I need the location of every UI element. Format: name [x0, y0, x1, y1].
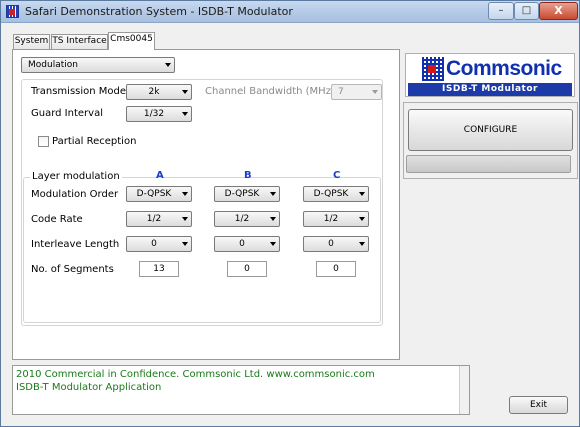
- interleave-length-c-select[interactable]: 0: [303, 236, 369, 252]
- log-output[interactable]: 2010 Commercial in Confidence. Commsonic…: [12, 365, 470, 415]
- commsonic-logo: Commsonic ISDB-T Modulator: [405, 53, 575, 97]
- interleave-length-label: Interleave Length: [31, 239, 120, 250]
- chevron-down-icon: [182, 192, 188, 196]
- layer-a-header: A: [156, 170, 164, 181]
- title-bar[interactable]: Safari Demonstration System - ISDB-T Mod…: [1, 1, 579, 23]
- log-scrollbar[interactable]: [459, 366, 469, 414]
- window-title: Safari Demonstration System - ISDB-T Mod…: [25, 5, 293, 18]
- code-rate-c-value: 1/2: [323, 214, 339, 224]
- segments-a-input[interactable]: 13: [139, 261, 179, 277]
- close-button[interactable]: X: [539, 2, 578, 20]
- segments-label: No. of Segments: [31, 264, 114, 275]
- chevron-down-icon: [359, 242, 365, 246]
- chevron-down-icon: [165, 63, 171, 67]
- minimize-icon: –: [498, 5, 504, 16]
- main-window: Safari Demonstration System - ISDB-T Mod…: [0, 0, 580, 427]
- transmission-mode-label: Transmission Mode: [31, 86, 127, 97]
- segments-c-input[interactable]: 0: [316, 261, 356, 277]
- partial-reception-label: Partial Reception: [52, 136, 137, 147]
- modulation-order-b-value: D-QPSK: [224, 189, 260, 199]
- guard-interval-label: Guard Interval: [31, 108, 103, 119]
- tab-ts-interface[interactable]: TS Interface: [51, 34, 108, 49]
- modulation-order-b-select[interactable]: D-QPSK: [214, 186, 280, 202]
- close-icon: X: [554, 4, 563, 17]
- chevron-down-icon: [270, 192, 276, 196]
- view-select-value: Modulation: [28, 60, 78, 70]
- code-rate-a-value: 1/2: [146, 214, 162, 224]
- transmission-mode-select[interactable]: 2k: [126, 84, 192, 100]
- modulation-order-c-value: D-QPSK: [313, 189, 349, 199]
- chevron-down-icon: [270, 217, 276, 221]
- code-rate-b-value: 1/2: [234, 214, 250, 224]
- guard-interval-value: 1/32: [143, 109, 165, 119]
- layer-c-header: C: [333, 170, 341, 181]
- chevron-down-icon: [359, 217, 365, 221]
- layer-b-header: B: [244, 170, 252, 181]
- channel-bandwidth-label: Channel Bandwidth (MHz): [205, 86, 335, 97]
- interleave-length-b-select[interactable]: 0: [214, 236, 280, 252]
- modulation-order-label: Modulation Order: [31, 189, 119, 200]
- code-rate-c-select[interactable]: 1/2: [303, 211, 369, 227]
- maximize-icon: □: [521, 5, 532, 16]
- modulation-order-a-value: D-QPSK: [136, 189, 172, 199]
- log-line: 2010 Commercial in Confidence. Commsonic…: [16, 369, 375, 380]
- code-rate-a-select[interactable]: 1/2: [126, 211, 192, 227]
- chevron-down-icon: [359, 192, 365, 196]
- exit-button[interactable]: Exit: [509, 396, 568, 414]
- tab-panel-cms0045: Modulation Transmission Mode 2k Channel …: [12, 49, 400, 360]
- log-line: ISDB-T Modulator Application: [16, 382, 162, 393]
- configure-progress-bar: [406, 155, 571, 173]
- code-rate-label: Code Rate: [31, 214, 83, 225]
- interleave-length-a-value: 0: [151, 239, 157, 249]
- minimize-button[interactable]: –: [488, 2, 514, 20]
- segments-b-input[interactable]: 0: [227, 261, 267, 277]
- app-icon: [6, 5, 19, 18]
- configure-button[interactable]: CONFIGURE: [408, 109, 573, 151]
- modulation-order-a-select[interactable]: D-QPSK: [126, 186, 192, 202]
- guard-interval-select[interactable]: 1/32: [126, 106, 192, 122]
- tab-system[interactable]: System: [13, 34, 50, 49]
- logo-name: Commsonic: [446, 57, 562, 80]
- chevron-down-icon: [372, 90, 378, 94]
- interleave-length-a-select[interactable]: 0: [126, 236, 192, 252]
- chevron-down-icon: [182, 242, 188, 246]
- logo-subtitle: ISDB-T Modulator: [408, 83, 572, 96]
- chevron-down-icon: [182, 217, 188, 221]
- channel-bandwidth-select: 7: [331, 84, 382, 100]
- commsonic-logo-icon: [422, 57, 444, 81]
- interleave-length-b-value: 0: [239, 239, 245, 249]
- modulation-order-c-select[interactable]: D-QPSK: [303, 186, 369, 202]
- layer-modulation-title: Layer modulation: [30, 171, 122, 182]
- chevron-down-icon: [182, 112, 188, 116]
- chevron-down-icon: [182, 90, 188, 94]
- channel-bandwidth-value: 7: [338, 87, 344, 97]
- interleave-length-c-value: 0: [328, 239, 334, 249]
- partial-reception-checkbox[interactable]: [38, 136, 49, 147]
- view-select[interactable]: Modulation: [21, 57, 175, 73]
- tab-cms0045[interactable]: Cms0045: [108, 32, 155, 50]
- transmission-mode-value: 2k: [148, 87, 160, 97]
- chevron-down-icon: [270, 242, 276, 246]
- code-rate-b-select[interactable]: 1/2: [214, 211, 280, 227]
- maximize-button[interactable]: □: [514, 2, 539, 20]
